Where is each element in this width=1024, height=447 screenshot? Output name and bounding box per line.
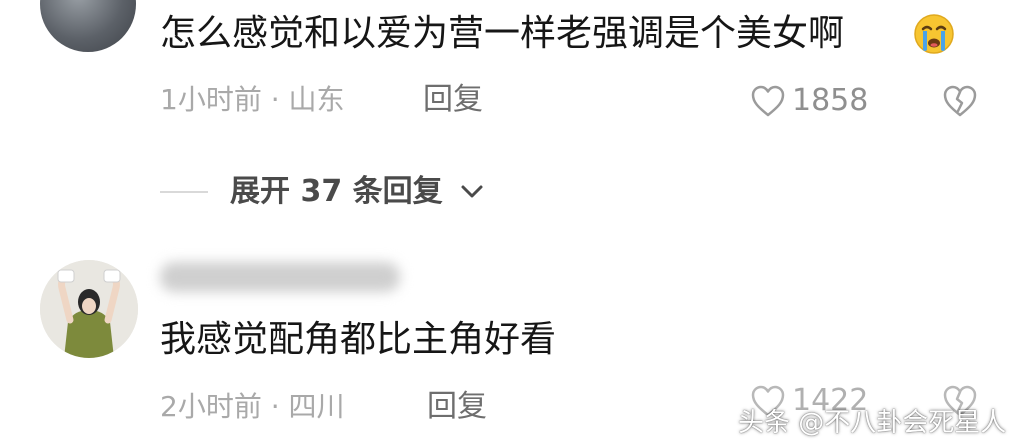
reply-button[interactable]: 回复 xyxy=(427,391,487,423)
comment-time-location: 2小时前 · 四川 xyxy=(160,390,345,423)
avatar-illustration xyxy=(40,260,138,358)
avatar[interactable] xyxy=(40,0,136,52)
watermark: 头条 @不八卦会死星人 xyxy=(738,408,1007,438)
dislike-heart-icon[interactable] xyxy=(942,84,978,118)
chevron-down-icon[interactable] xyxy=(458,181,486,203)
comment-time-location: 1小时前 · 山东 xyxy=(160,83,345,116)
heart-icon[interactable] xyxy=(750,84,786,118)
expand-replies-button[interactable]: 展开 37 条回复 xyxy=(230,176,443,208)
like-count: 1858 xyxy=(792,83,869,118)
cry-emoji-icon xyxy=(912,12,956,56)
expand-divider xyxy=(160,191,208,193)
username[interactable] xyxy=(160,262,400,292)
reply-button[interactable]: 回复 xyxy=(423,84,483,116)
comment-text: 怎么感觉和以爱为营一样老强调是个美女啊 xyxy=(160,13,845,54)
avatar[interactable] xyxy=(40,260,138,358)
comment-text: 我感觉配角都比主角好看 xyxy=(160,319,557,360)
